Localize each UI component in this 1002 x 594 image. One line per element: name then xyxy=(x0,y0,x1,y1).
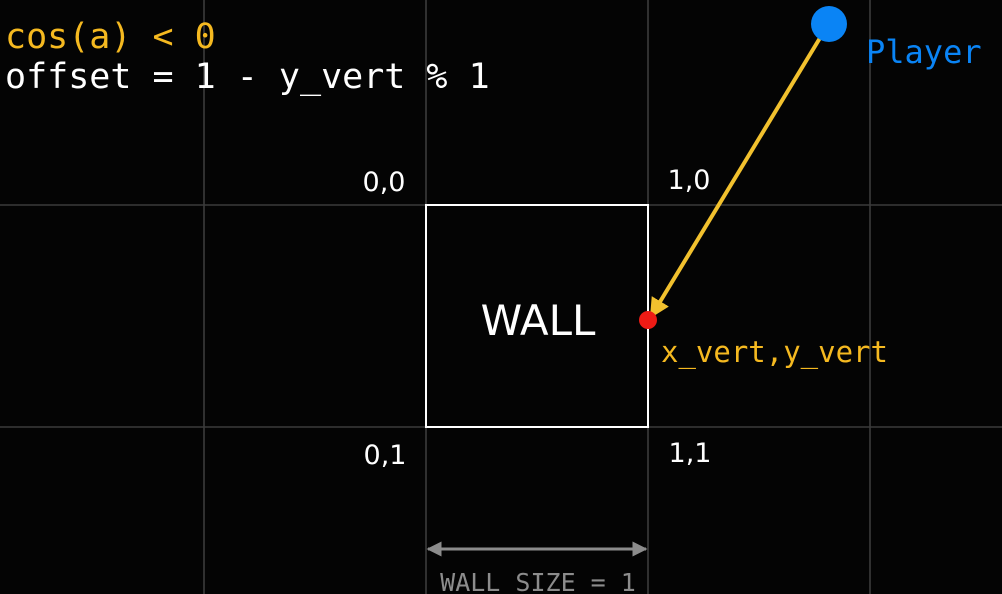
condition-text: cos(a) < 0 xyxy=(5,17,216,57)
corner-label-bottom-right: 1,1 xyxy=(669,438,712,469)
wall-size-label: WALL_SIZE = 1 xyxy=(440,568,636,594)
wall-label: WALL xyxy=(481,296,596,345)
offset-formula: offset = 1 - y_vert % 1 xyxy=(5,57,490,97)
corner-label-top-right: 1,0 xyxy=(668,165,711,196)
player-dot xyxy=(811,6,847,42)
raycasting-diagram: WALL cos(a) < 0 offset = 1 - y_vert % 1 … xyxy=(0,0,1002,594)
corner-label-top-left: 0,0 xyxy=(363,167,406,198)
hit-point-label: x_vert,y_vert xyxy=(661,335,888,370)
player-label: Player xyxy=(866,33,982,71)
hit-point-dot xyxy=(639,311,657,329)
corner-label-bottom-left: 0,1 xyxy=(364,440,407,471)
